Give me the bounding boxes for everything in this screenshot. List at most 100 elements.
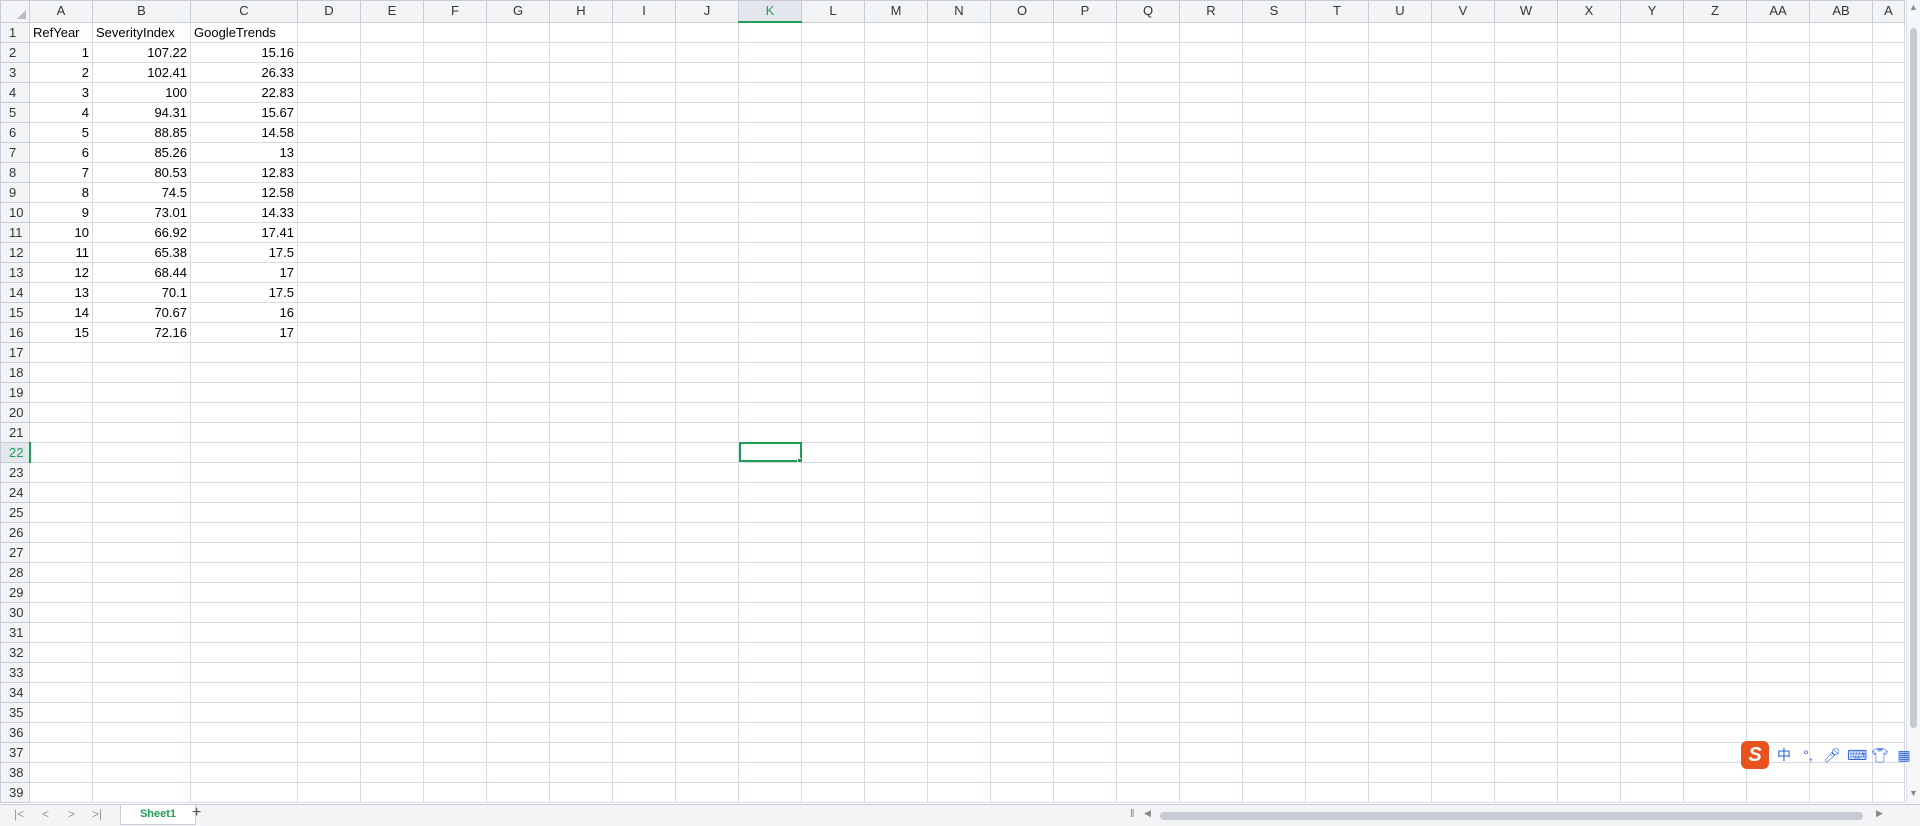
active-cell[interactable] xyxy=(738,441,802,463)
cell[interactable] xyxy=(1809,221,1873,243)
cell[interactable] xyxy=(549,321,613,343)
cell[interactable] xyxy=(1557,681,1621,703)
cell[interactable] xyxy=(738,561,802,583)
cell[interactable] xyxy=(190,501,298,523)
cell[interactable] xyxy=(486,261,550,283)
cell[interactable] xyxy=(1431,781,1495,803)
cell[interactable]: 88.85 xyxy=(92,121,191,143)
cell[interactable] xyxy=(738,641,802,663)
cell[interactable] xyxy=(1809,441,1873,463)
cell[interactable] xyxy=(675,621,739,643)
cell[interactable] xyxy=(549,521,613,543)
cell[interactable] xyxy=(1179,261,1243,283)
cell[interactable] xyxy=(612,181,676,203)
cell[interactable] xyxy=(297,161,361,183)
cell[interactable] xyxy=(1746,361,1810,383)
cell[interactable] xyxy=(297,441,361,463)
cell[interactable] xyxy=(1872,421,1905,443)
cell[interactable] xyxy=(29,361,93,383)
cell[interactable] xyxy=(801,581,865,603)
cell[interactable] xyxy=(990,481,1054,503)
cell[interactable] xyxy=(675,21,739,43)
cell[interactable] xyxy=(1053,81,1117,103)
cell[interactable] xyxy=(1305,541,1369,563)
cell[interactable] xyxy=(190,621,298,643)
cell[interactable] xyxy=(612,401,676,423)
cell[interactable] xyxy=(738,261,802,283)
cell[interactable] xyxy=(486,201,550,223)
cell[interactable] xyxy=(1431,521,1495,543)
cell[interactable] xyxy=(1494,61,1558,83)
cell[interactable] xyxy=(738,681,802,703)
cell[interactable] xyxy=(1809,661,1873,683)
cell[interactable] xyxy=(990,41,1054,63)
column-header[interactable]: K xyxy=(738,0,802,23)
cell[interactable] xyxy=(1557,721,1621,743)
cell[interactable] xyxy=(29,621,93,643)
cell[interactable]: 70.1 xyxy=(92,281,191,303)
cell[interactable] xyxy=(1494,181,1558,203)
cell[interactable] xyxy=(1809,161,1873,183)
row-header[interactable]: 35 xyxy=(0,701,30,723)
cell[interactable] xyxy=(1116,201,1180,223)
column-header[interactable]: P xyxy=(1053,0,1117,23)
cell[interactable] xyxy=(92,681,191,703)
column-header[interactable]: C xyxy=(190,0,298,23)
cell[interactable] xyxy=(990,21,1054,43)
cell[interactable] xyxy=(612,441,676,463)
cell[interactable] xyxy=(360,281,424,303)
cell[interactable] xyxy=(486,581,550,603)
cell[interactable] xyxy=(1746,581,1810,603)
row-header[interactable]: 7 xyxy=(0,141,30,163)
cell[interactable] xyxy=(1809,561,1873,583)
cell[interactable] xyxy=(801,621,865,643)
cell[interactable] xyxy=(1116,641,1180,663)
cell[interactable] xyxy=(738,281,802,303)
cell[interactable] xyxy=(360,761,424,783)
cell[interactable] xyxy=(612,201,676,223)
cell[interactable] xyxy=(1620,361,1684,383)
cell[interactable] xyxy=(423,241,487,263)
cell[interactable] xyxy=(1557,181,1621,203)
cell[interactable] xyxy=(738,221,802,243)
column-header[interactable]: T xyxy=(1305,0,1369,23)
cell[interactable] xyxy=(990,381,1054,403)
cell[interactable] xyxy=(1116,721,1180,743)
cell[interactable] xyxy=(297,321,361,343)
cell[interactable] xyxy=(927,281,991,303)
cell[interactable] xyxy=(1620,661,1684,683)
cell[interactable] xyxy=(1494,601,1558,623)
cell[interactable] xyxy=(1683,681,1747,703)
cell[interactable] xyxy=(1683,521,1747,543)
cell[interactable] xyxy=(1809,241,1873,263)
cell[interactable] xyxy=(1809,621,1873,643)
row-header[interactable]: 26 xyxy=(0,521,30,543)
cell[interactable] xyxy=(1746,381,1810,403)
cell[interactable] xyxy=(1683,501,1747,523)
cell[interactable] xyxy=(738,181,802,203)
cell[interactable] xyxy=(486,661,550,683)
cell[interactable] xyxy=(1683,621,1747,643)
cell[interactable] xyxy=(1620,141,1684,163)
cell[interactable] xyxy=(549,501,613,523)
cell[interactable] xyxy=(360,101,424,123)
cell[interactable] xyxy=(612,161,676,183)
cell[interactable] xyxy=(1620,181,1684,203)
cell[interactable] xyxy=(297,41,361,63)
cell[interactable]: 4 xyxy=(29,101,93,123)
cell[interactable] xyxy=(1305,21,1369,43)
cell[interactable] xyxy=(1179,561,1243,583)
cell[interactable] xyxy=(1809,681,1873,703)
cell[interactable] xyxy=(1557,421,1621,443)
cell[interactable] xyxy=(1872,281,1905,303)
cell[interactable] xyxy=(297,781,361,803)
cell[interactable] xyxy=(423,121,487,143)
select-all-corner[interactable] xyxy=(0,0,30,23)
cell[interactable] xyxy=(190,761,298,783)
scroll-left-icon[interactable]: ◀ xyxy=(1144,808,1151,819)
cell[interactable] xyxy=(1305,61,1369,83)
cell[interactable] xyxy=(1683,241,1747,263)
cell[interactable] xyxy=(1746,181,1810,203)
cell[interactable] xyxy=(864,341,928,363)
cell[interactable] xyxy=(1557,621,1621,643)
